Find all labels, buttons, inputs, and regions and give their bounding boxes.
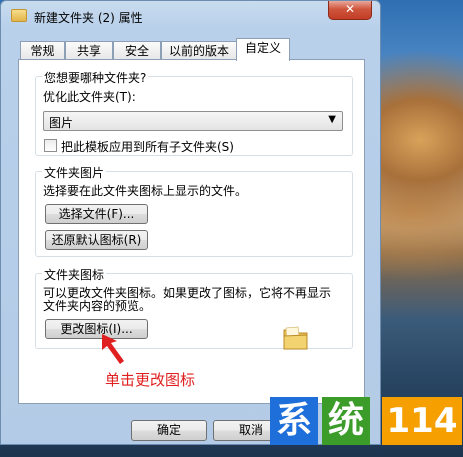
apply-to-subfolders-label: 把此模板应用到所有子文件夹(S) [61,140,234,154]
folder-type-dropdown[interactable]: 图片 ▼ [43,111,343,131]
restore-default-button[interactable]: 还原默认图标(R) [45,230,148,250]
tab-sharing[interactable]: 共享 [65,41,113,60]
folder-type-group-title: 您想要哪种文件夹? [42,69,149,86]
dropdown-value: 图片 [49,116,74,130]
folder-icon-group-title: 文件夹图标 [42,266,107,283]
watermark-char-2: 统 [322,397,370,445]
watermark-char-1: 系 [270,397,318,445]
choose-file-button[interactable]: 选择文件(F)... [45,204,148,224]
folder-type-group: 您想要哪种文件夹? 优化此文件夹(T): 图片 ▼ 把此模板应用到所有子文件夹(… [35,69,353,156]
title-bar[interactable]: 新建文件夹 (2) 属性 ✕ [1,1,380,31]
annotation-arrow-icon [102,334,124,364]
optimize-label: 优化此文件夹(T): [43,90,136,104]
folder-picture-description: 选择要在此文件夹图标上显示的文件。 [43,184,248,198]
folder-icon-description-line2: 文件夹内容的预览。 [43,299,152,313]
ok-button[interactable]: 确定 [131,420,207,441]
tab-previous-versions[interactable]: 以前的版本 [161,41,237,60]
folder-picture-group: 文件夹图片 选择要在此文件夹图标上显示的文件。 选择文件(F)... 还原默认图… [35,164,353,257]
folder-preview-icon [283,326,308,350]
tab-bar: 常规 共享 安全 以前的版本 自定义 [20,38,365,61]
chevron-down-icon: ▼ [328,114,336,125]
tab-security[interactable]: 安全 [113,41,161,60]
watermark-number: 114 [382,397,462,445]
change-icon-button[interactable]: 更改图标(I)... [45,319,148,339]
apply-to-subfolders-checkbox[interactable] [44,139,57,152]
site-watermark: 系 统 114 [270,397,463,449]
annotation-label: 单击更改图标 [105,371,196,389]
close-button[interactable]: ✕ [328,1,372,20]
tab-general[interactable]: 常规 [20,41,65,60]
folder-picture-group-title: 文件夹图片 [42,164,107,181]
folder-icon-group: 文件夹图标 可以更改文件夹图标。如果更改了图标，它将不再显示 文件夹内容的预览。… [35,266,353,350]
tab-customize[interactable]: 自定义 [236,38,290,61]
folder-icon [11,9,27,22]
customize-panel: 您想要哪种文件夹? 优化此文件夹(T): 图片 ▼ 把此模板应用到所有子文件夹(… [18,59,365,404]
window-title: 新建文件夹 (2) 属性 [34,11,143,25]
